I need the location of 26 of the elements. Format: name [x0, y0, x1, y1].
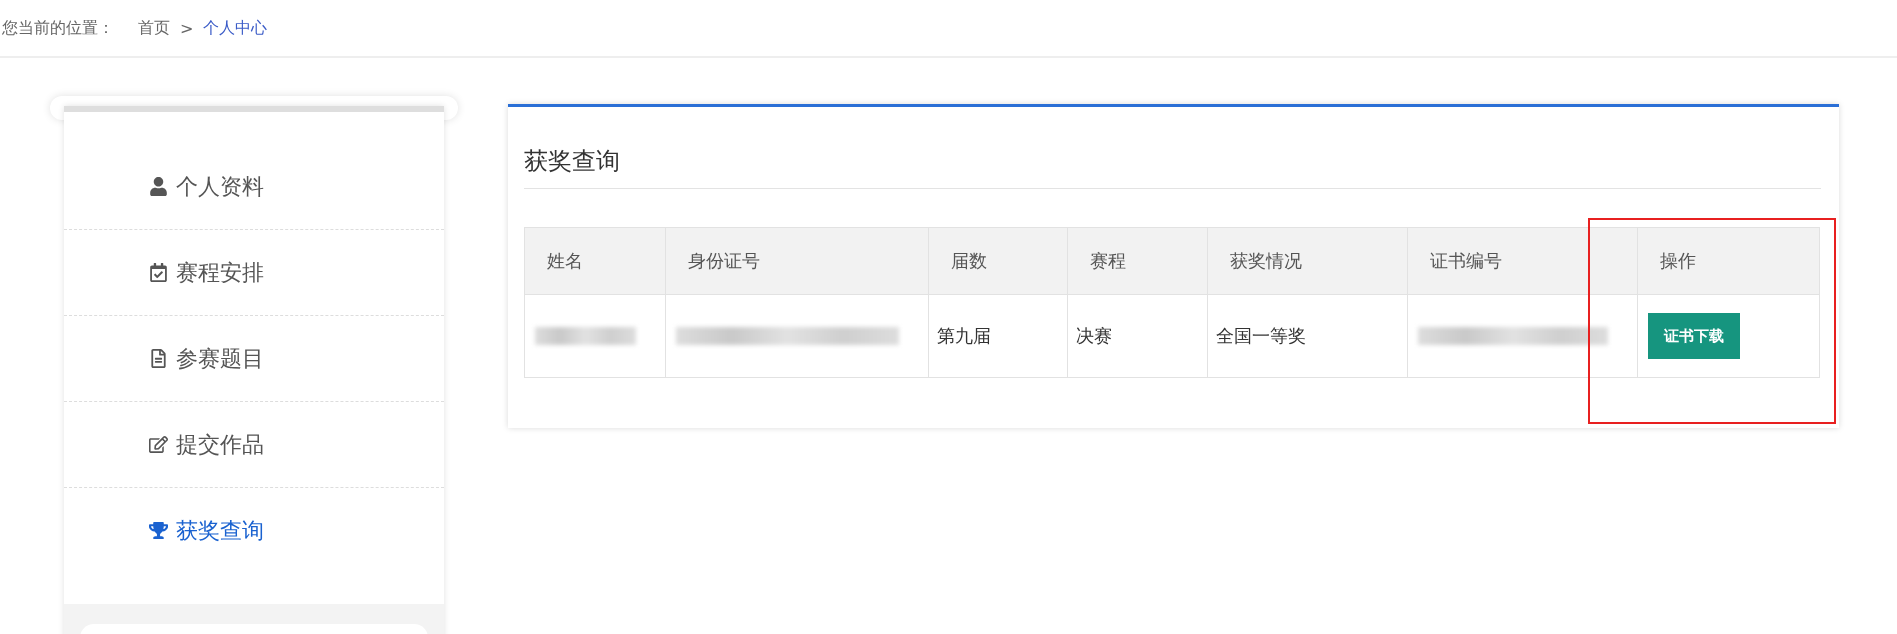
sidebar-item[interactable]: 获奖查询	[64, 488, 444, 573]
breadcrumb-link[interactable]: 个人中心	[203, 17, 268, 39]
user-icon	[149, 177, 168, 196]
column-header: 届数	[928, 227, 1068, 295]
column-header: 证书编号	[1407, 227, 1638, 295]
calendar-check-icon	[149, 263, 168, 282]
column-header: 姓名	[524, 227, 666, 295]
table-cell: 第九届	[928, 294, 1068, 378]
table-cell: 全国一等奖	[1207, 294, 1408, 378]
table-cell: 决赛	[1067, 294, 1208, 378]
breadcrumb-separator: >	[180, 18, 194, 38]
edit-icon	[149, 435, 168, 454]
column-header: 赛程	[1067, 227, 1208, 295]
column-header: 操作	[1637, 227, 1820, 295]
column-header: 身份证号	[665, 227, 929, 295]
sidebar-item[interactable]: 个人资料	[64, 144, 444, 230]
sidebar-item[interactable]: 参赛题目	[64, 316, 444, 402]
download-button[interactable]: 证书下载	[1648, 313, 1741, 359]
breadcrumb-link[interactable]: 首页	[138, 17, 170, 39]
sidebar-item[interactable]: 赛程安排	[64, 230, 444, 316]
breadcrumb-label: 您当前的位置：	[2, 17, 114, 39]
trophy-icon	[149, 521, 168, 540]
panel-title: 获奖查询	[524, 146, 620, 177]
column-header: 获奖情况	[1207, 227, 1408, 295]
document-icon	[149, 349, 168, 368]
sidebar-item[interactable]: 提交作品	[64, 402, 444, 488]
